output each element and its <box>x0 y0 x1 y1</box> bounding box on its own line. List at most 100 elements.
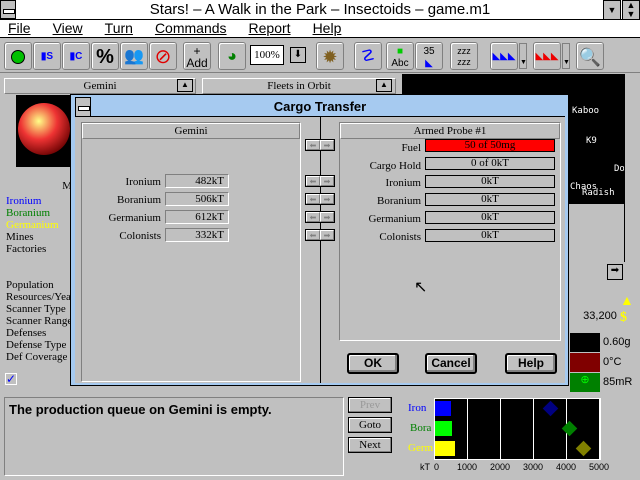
arrow-right-icon[interactable]: ➡ <box>320 194 334 204</box>
fleet-cargo-label: Boranium <box>377 195 421 207</box>
help-button[interactable]: Help <box>505 353 557 374</box>
arrow-up-icon: ▲ <box>620 294 634 309</box>
planet-image <box>16 95 72 167</box>
chart-gridline <box>467 399 468 459</box>
cargo-transfer-dialog: Cargo Transfer Gemini Ironium 482kT ⬅ ➡ Bo… <box>70 94 569 386</box>
planet-cargo-label: Boranium <box>117 194 161 206</box>
zoom-dropdown-icon[interactable]: ⬇ <box>290 47 306 63</box>
ok-button[interactable]: OK <box>347 353 399 374</box>
map-planet-label[interactable]: Kaboo <box>572 106 599 116</box>
find-icon[interactable]: 🔍 <box>576 42 604 70</box>
label-population: Population <box>6 279 54 291</box>
prev-button[interactable]: Prev <box>348 397 392 413</box>
arrow-left-icon[interactable]: ⬅ <box>306 140 320 150</box>
map-planet-label[interactable]: K9 <box>586 136 597 146</box>
add-waypoint-icon[interactable]: + Add <box>183 42 211 70</box>
production-message: The production queue on Gemini is empty. <box>4 397 344 476</box>
next-button[interactable]: Next <box>348 437 392 453</box>
minefield-icon[interactable]: ✹ <box>316 42 344 70</box>
planet-cargo-value: 612kT <box>165 210 229 224</box>
surface-minerals-icon[interactable]: ▮S <box>33 42 61 70</box>
scroll-right-button[interactable]: ➡ <box>607 264 623 280</box>
fleet-cargo-bar: 0kT <box>425 229 555 242</box>
ship-count-icon[interactable]: 35 ◣ <box>415 42 443 70</box>
cargo-transfer-arrows[interactable]: ⬅ ➡ <box>305 229 335 241</box>
planet-names-icon[interactable]: ■ Abc <box>386 42 414 70</box>
enemy-fleets-icon[interactable]: ◣◣◣ <box>533 42 561 70</box>
arrow-right-icon[interactable]: ➡ <box>320 176 334 186</box>
concentrations-icon[interactable]: ▮C <box>62 42 90 70</box>
label-scanner-range: Scanner Range <box>6 315 72 327</box>
friendly-fleets-icon[interactable]: ◣◣◣ <box>490 42 518 70</box>
scanner-icon[interactable]: ◕ <box>218 42 246 70</box>
ship-count-label: 35 <box>423 46 435 57</box>
menu-turn[interactable]: Turn <box>105 20 133 36</box>
toolbar: ▮S ▮C % 👥 ⊘ + Add ◕ 100% ⬇ ✹ ☡ ■ Abc 35 ◣ z… <box>0 39 640 73</box>
arrow-right-icon[interactable]: ➡ <box>320 140 334 150</box>
menu-file[interactable]: File <box>8 20 31 36</box>
menu-help[interactable]: Help <box>313 20 342 36</box>
planet-cargo-value: 506kT <box>165 192 229 206</box>
planet-name: Gemini <box>83 80 117 92</box>
chart-tick-label: 4000 <box>556 462 577 472</box>
arrow-left-icon[interactable]: ⬅ <box>306 194 320 204</box>
planet-cargo-label: Ironium <box>125 176 161 188</box>
chart-tick-label: 3000 <box>523 462 544 472</box>
chart-gridline <box>500 399 501 459</box>
fuel-transfer-arrows[interactable]: ⬅ ➡ <box>305 139 335 151</box>
planet-cargo-value: 482kT <box>165 174 229 188</box>
planet-cargo-value: 332kT <box>165 228 229 242</box>
system-menu-button[interactable] <box>0 0 16 19</box>
cargo-transfer-arrows[interactable]: ⬅ ➡ <box>305 211 335 223</box>
friendly-fleets-dropdown[interactable]: ▼ <box>519 43 527 69</box>
chart-tick-label: 2000 <box>490 462 511 472</box>
planet-view-icon[interactable] <box>4 42 32 70</box>
label-germanium: Germanium <box>6 219 59 231</box>
concentration-marker <box>575 440 591 457</box>
collapse-button[interactable]: ▲ <box>376 79 392 92</box>
enemy-fleets-dropdown[interactable]: ▼ <box>562 43 570 69</box>
collapse-button[interactable]: ▲ <box>177 79 193 92</box>
chart-unit: kT <box>420 462 430 472</box>
zoom-level-field[interactable]: 100% <box>250 45 284 65</box>
arrow-left-icon[interactable]: ⬅ <box>306 212 320 222</box>
fleets-title: Fleets in Orbit <box>267 80 331 92</box>
minimize-button[interactable]: ▼ <box>603 0 621 20</box>
percent-icon[interactable]: % <box>91 42 119 70</box>
arrow-right-icon[interactable]: ➡ <box>320 230 334 240</box>
idle-fleets-icon[interactable]: zzz zzz <box>450 42 478 70</box>
fleet-cargo-label: Germanium <box>368 213 421 225</box>
no-info-icon[interactable]: ⊘ <box>149 42 177 70</box>
chart-tick-label: 1000 <box>457 462 478 472</box>
cargo-transfer-arrows[interactable]: ⬅ ➡ <box>305 193 335 205</box>
population-icon[interactable]: 👥 <box>120 42 148 70</box>
surface-mineral-bar <box>435 401 451 416</box>
map-planet-label[interactable]: Radish <box>582 188 615 198</box>
fleets-panel-header: Fleets in Orbit <box>202 78 396 94</box>
menu-view[interactable]: View <box>53 20 83 36</box>
fleet-cargo-label: Colonists <box>379 231 421 243</box>
minerals-header: M <box>62 180 72 192</box>
arrow-right-icon[interactable]: ➡ <box>320 212 334 222</box>
label-boranium: Boranium <box>6 207 50 219</box>
checkbox-checked[interactable]: ✓ <box>5 373 17 385</box>
cancel-button[interactable]: Cancel <box>425 353 477 374</box>
map-vertical-scrollbar[interactable] <box>624 74 640 262</box>
concentration-marker <box>542 400 558 417</box>
goto-button[interactable]: Goto <box>348 417 392 433</box>
cargo-transfer-arrows[interactable]: ⬅ ➡ <box>305 175 335 187</box>
paths-icon[interactable]: ☡ <box>354 42 382 70</box>
radiation-value: 85mR <box>603 376 633 388</box>
add-label: Add <box>186 56 208 70</box>
window-title: Stars! – A Walk in the Park – Insectoids… <box>149 1 491 18</box>
temperature-value: 0°C <box>603 356 622 368</box>
restore-button[interactable]: ▲ ▼ <box>622 0 640 20</box>
label-mines: Mines <box>6 231 34 243</box>
menu-commands[interactable]: Commands <box>155 20 227 36</box>
menu-bar: File View Turn Commands Report Help <box>0 20 640 38</box>
cargo-hold-label: Cargo Hold <box>369 160 421 172</box>
menu-report[interactable]: Report <box>249 20 291 36</box>
arrow-left-icon[interactable]: ⬅ <box>306 230 320 240</box>
planet-stats: M Ironium Boranium Germanium Mines Facto… <box>6 180 72 363</box>
arrow-left-icon[interactable]: ⬅ <box>306 176 320 186</box>
